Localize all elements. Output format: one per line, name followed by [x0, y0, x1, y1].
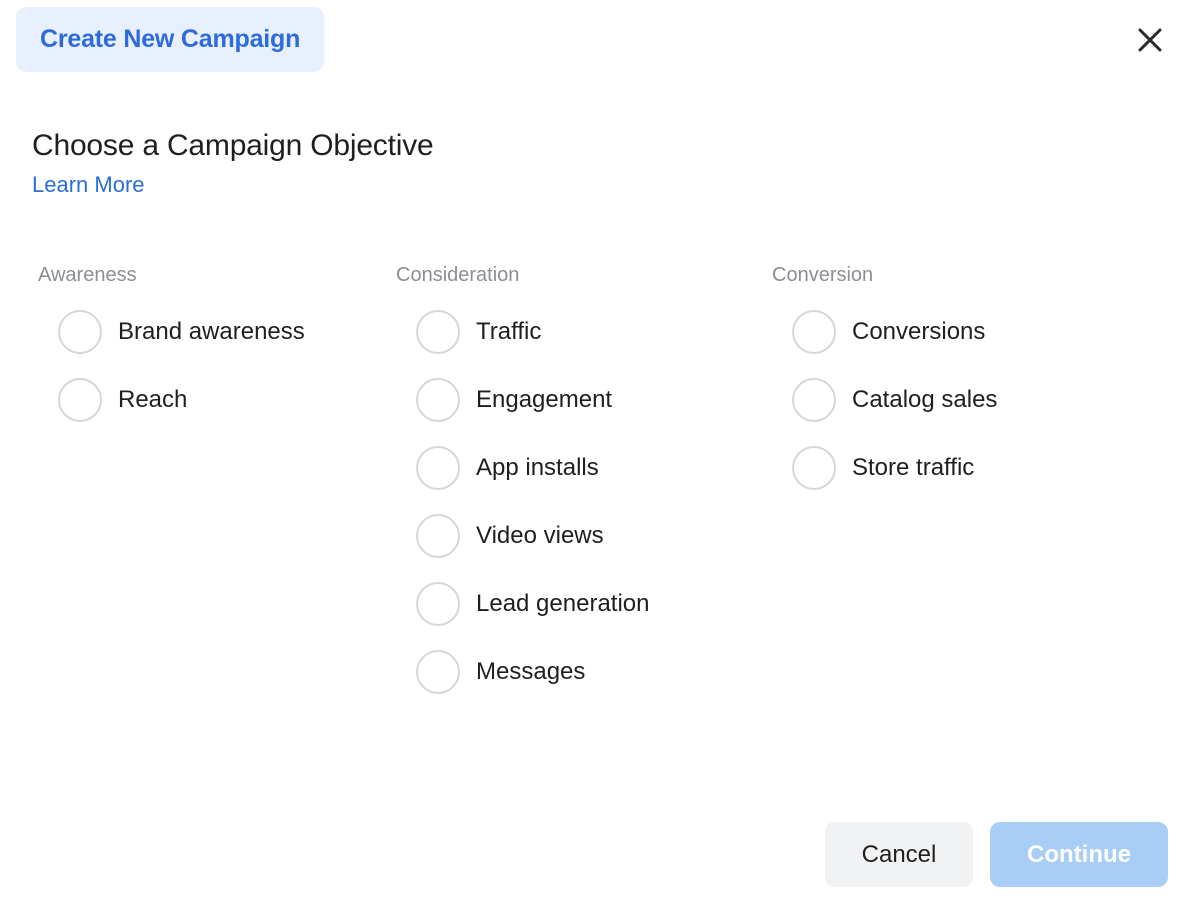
column-title-conversion: Conversion: [772, 264, 874, 286]
option-label: App installs: [476, 454, 599, 481]
option-list-awareness: Brand awareness Reach: [38, 310, 379, 422]
radio-icon[interactable]: [58, 378, 102, 422]
radio-icon[interactable]: [792, 310, 836, 354]
objective-column-consideration: Consideration Traffic Engagement App ins…: [379, 262, 757, 694]
option-catalog-sales[interactable]: Catalog sales: [772, 378, 1200, 422]
dialog-header: Create New Campaign: [0, 0, 1200, 80]
radio-icon[interactable]: [792, 446, 836, 490]
option-label: Messages: [476, 658, 586, 685]
radio-icon[interactable]: [416, 650, 460, 694]
option-list-consideration: Traffic Engagement App installs Video vi…: [396, 310, 757, 694]
radio-icon[interactable]: [416, 582, 460, 626]
radio-icon[interactable]: [792, 378, 836, 422]
objective-column-awareness: Awareness Brand awareness Reach: [0, 262, 379, 694]
continue-button[interactable]: Continue: [990, 822, 1168, 887]
option-messages[interactable]: Messages: [396, 650, 757, 694]
option-reach[interactable]: Reach: [38, 378, 379, 422]
option-label: Engagement: [476, 386, 613, 413]
option-app-installs[interactable]: App installs: [396, 446, 757, 490]
column-title-awareness: Awareness: [38, 264, 137, 286]
option-lead-generation[interactable]: Lead generation: [396, 582, 757, 626]
option-store-traffic[interactable]: Store traffic: [772, 446, 1200, 490]
radio-icon[interactable]: [416, 514, 460, 558]
objective-column-conversion: Conversion Conversions Catalog sales Sto…: [757, 262, 1200, 694]
option-video-views[interactable]: Video views: [396, 514, 757, 558]
radio-icon[interactable]: [416, 378, 460, 422]
option-label: Reach: [118, 386, 188, 413]
option-list-conversion: Conversions Catalog sales Store traffic: [772, 310, 1200, 490]
option-conversions[interactable]: Conversions: [772, 310, 1200, 354]
column-title-consideration: Consideration: [396, 264, 520, 286]
option-label: Traffic: [476, 318, 542, 345]
option-label: Brand awareness: [118, 318, 305, 345]
option-traffic[interactable]: Traffic: [396, 310, 757, 354]
learn-more-link[interactable]: Learn More: [32, 170, 145, 200]
close-button[interactable]: [1132, 22, 1168, 58]
dialog-footer: Cancel Continue: [0, 822, 1200, 887]
radio-icon[interactable]: [416, 310, 460, 354]
option-label: Store traffic: [852, 454, 975, 481]
radio-icon[interactable]: [416, 446, 460, 490]
objective-columns: Awareness Brand awareness Reach Consider…: [0, 262, 1200, 694]
cancel-button[interactable]: Cancel: [825, 822, 973, 887]
option-engagement[interactable]: Engagement: [396, 378, 757, 422]
option-label: Conversions: [852, 318, 986, 345]
create-campaign-dialog: Create New Campaign Choose a Campaign Ob…: [0, 0, 1200, 906]
option-label: Lead generation: [476, 590, 650, 617]
close-icon: [1136, 26, 1164, 54]
option-brand-awareness[interactable]: Brand awareness: [38, 310, 379, 354]
option-label: Video views: [476, 522, 604, 549]
radio-icon[interactable]: [58, 310, 102, 354]
title-block: Choose a Campaign Objective Learn More: [32, 126, 434, 200]
create-new-campaign-badge[interactable]: Create New Campaign: [16, 7, 325, 72]
option-label: Catalog sales: [852, 386, 998, 413]
page-title: Choose a Campaign Objective: [32, 129, 434, 162]
